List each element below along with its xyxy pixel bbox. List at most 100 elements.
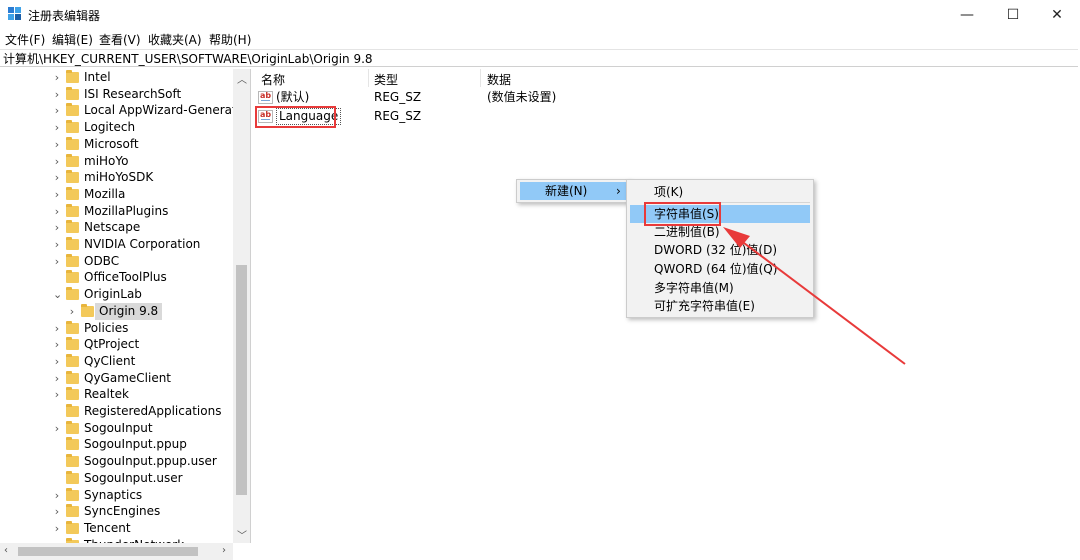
value-data: (数值未设置) — [487, 90, 557, 104]
value-row-default[interactable]: ab (默认) REG_SZ (数值未设置) — [252, 88, 1072, 107]
maximize-button[interactable]: ☐ — [990, 0, 1036, 30]
chevron-down-icon[interactable]: ⌄ — [53, 286, 62, 303]
tree-item[interactable]: RegisteredApplications — [0, 403, 240, 420]
key-tree[interactable]: › Intel › ISI ResearchSoft › Local AppWizard-… — [0, 69, 251, 543]
tree-vertical-scrollbar[interactable]: ︿ ﹀ — [233, 69, 250, 543]
tree-item[interactable]: › SyncEngines — [0, 503, 240, 520]
submenu-item[interactable]: DWORD (32 位)值(D) — [630, 241, 810, 259]
chevron-right-icon[interactable]: › — [53, 69, 61, 86]
tree-horizontal-scrollbar[interactable]: ‹ › — [0, 543, 233, 560]
menu-edit[interactable]: 编辑(E) — [52, 31, 93, 48]
tree-scroll-thumb[interactable] — [236, 265, 247, 495]
column-header-type[interactable]: 类型 — [374, 71, 398, 88]
chevron-right-icon[interactable]: › — [53, 102, 61, 119]
tree-hscroll-thumb[interactable] — [18, 547, 198, 556]
value-row-language[interactable]: ab Language REG_SZ — [252, 107, 1072, 126]
chevron-right-icon[interactable]: › — [53, 487, 61, 504]
folder-icon — [66, 370, 79, 384]
tree-item[interactable]: › Realtek — [0, 386, 240, 403]
tree-item[interactable]: › Origin 9.8 — [0, 302, 240, 320]
menu-file[interactable]: 文件(F) — [5, 31, 45, 48]
folder-icon — [66, 337, 79, 351]
chevron-right-icon[interactable]: › — [53, 119, 61, 136]
minimize-button[interactable]: — — [944, 0, 990, 30]
tree-item[interactable]: › SogouInput — [0, 420, 240, 437]
scroll-left-icon[interactable]: ‹ — [4, 545, 8, 556]
tree-item[interactable]: SogouInput.user — [0, 470, 240, 487]
chevron-right-icon[interactable]: › — [53, 203, 61, 220]
tree-item[interactable]: › Netscape — [0, 219, 240, 236]
tree-item[interactable]: › MozillaPlugins — [0, 203, 240, 220]
submenu-item[interactable]: 可扩充字符串值(E) — [630, 297, 810, 315]
tree-item[interactable]: › miHoYo — [0, 153, 240, 170]
tree-item-label: Origin 9.8 — [95, 302, 163, 320]
tree-item[interactable]: › ISI ResearchSoft — [0, 86, 240, 103]
menu-favorites[interactable]: 收藏夹(A) — [148, 31, 202, 48]
tree-item-label: Local AppWizard-Generated Applications — [84, 103, 251, 118]
menu-item-new[interactable]: 新建(N) › — [520, 182, 626, 200]
submenu-item[interactable]: QWORD (64 位)值(Q) — [630, 260, 810, 278]
tree-item[interactable]: › Synaptics — [0, 487, 240, 504]
chevron-right-icon[interactable]: › — [53, 370, 61, 387]
chevron-right-icon[interactable]: › — [53, 353, 61, 370]
tree-item[interactable]: OfficeToolPlus — [0, 269, 240, 286]
tree-item-label: QyClient — [84, 353, 136, 368]
chevron-right-icon[interactable]: › — [53, 169, 61, 186]
chevron-right-icon[interactable]: › — [53, 503, 61, 520]
chevron-right-icon[interactable]: › — [53, 219, 61, 236]
folder-icon — [66, 186, 79, 200]
tree-item[interactable]: ⌄ OriginLab — [0, 286, 240, 303]
tree-item[interactable]: SogouInput.ppup.user — [0, 453, 240, 470]
chevron-right-icon[interactable]: › — [53, 136, 61, 153]
tree-item[interactable]: › Policies — [0, 320, 240, 337]
menu-help[interactable]: 帮助(H) — [209, 31, 251, 48]
submenu-arrow-icon: › — [616, 184, 621, 198]
tree-item[interactable]: › Tencent — [0, 520, 240, 537]
submenu-item[interactable]: 项(K) — [630, 183, 810, 201]
chevron-right-icon[interactable]: › — [53, 420, 61, 437]
folder-icon — [66, 120, 79, 134]
tree-item[interactable]: SogouInput.ppup — [0, 436, 240, 453]
column-header-name[interactable]: 名称 — [261, 71, 285, 88]
chevron-right-icon[interactable]: › — [68, 303, 76, 320]
chevron-right-icon[interactable]: › — [53, 336, 61, 353]
menu-view[interactable]: 查看(V) — [99, 31, 141, 48]
submenu-item[interactable]: 多字符串值(M) — [630, 279, 810, 297]
chevron-right-icon[interactable]: › — [53, 186, 61, 203]
close-button[interactable]: ✕ — [1034, 0, 1080, 30]
scroll-down-icon[interactable]: ﹀ — [237, 527, 247, 542]
tree-item[interactable]: › Intel — [0, 69, 240, 86]
tree-item[interactable]: › Logitech — [0, 119, 240, 136]
chevron-right-icon[interactable]: › — [53, 386, 61, 403]
tree-item-label: Intel — [84, 70, 111, 84]
chevron-right-icon[interactable]: › — [53, 86, 61, 103]
tree-item-label: MozillaPlugins — [84, 203, 169, 218]
folder-icon — [66, 320, 79, 334]
tree-item[interactable]: › QyGameClient — [0, 370, 240, 387]
tree-item-label: Policies — [84, 320, 129, 335]
folder-icon — [66, 86, 79, 100]
scroll-up-icon[interactable]: ︿ — [237, 71, 247, 86]
tree-item[interactable]: › ODBC — [0, 253, 240, 270]
tree-item[interactable]: › QtProject — [0, 336, 240, 353]
folder-icon — [66, 353, 79, 367]
chevron-right-icon[interactable]: › — [53, 236, 61, 253]
value-type: REG_SZ — [374, 90, 422, 104]
scroll-right-icon[interactable]: › — [222, 545, 226, 556]
column-separator[interactable] — [368, 69, 369, 87]
tree-item-label: Tencent — [84, 520, 131, 535]
tree-item[interactable]: › Microsoft — [0, 136, 240, 153]
tree-item[interactable]: › QyClient — [0, 353, 240, 370]
chevron-right-icon[interactable]: › — [53, 253, 61, 270]
tree-item[interactable]: › NVIDIA Corporation — [0, 236, 240, 253]
chevron-right-icon[interactable]: › — [53, 320, 61, 337]
address-bar[interactable]: 计算机\HKEY_CURRENT_USER\SOFTWARE\OriginLab… — [0, 49, 1078, 67]
column-header-data[interactable]: 数据 — [487, 71, 511, 88]
chevron-right-icon[interactable]: › — [53, 153, 61, 170]
registry-editor-icon — [8, 7, 21, 20]
tree-item[interactable]: › Mozilla — [0, 186, 240, 203]
column-separator[interactable] — [480, 69, 481, 87]
chevron-right-icon[interactable]: › — [53, 520, 61, 537]
tree-item[interactable]: › miHoYoSDK — [0, 169, 240, 186]
tree-item[interactable]: › Local AppWizard-Generated Applications — [0, 102, 250, 119]
